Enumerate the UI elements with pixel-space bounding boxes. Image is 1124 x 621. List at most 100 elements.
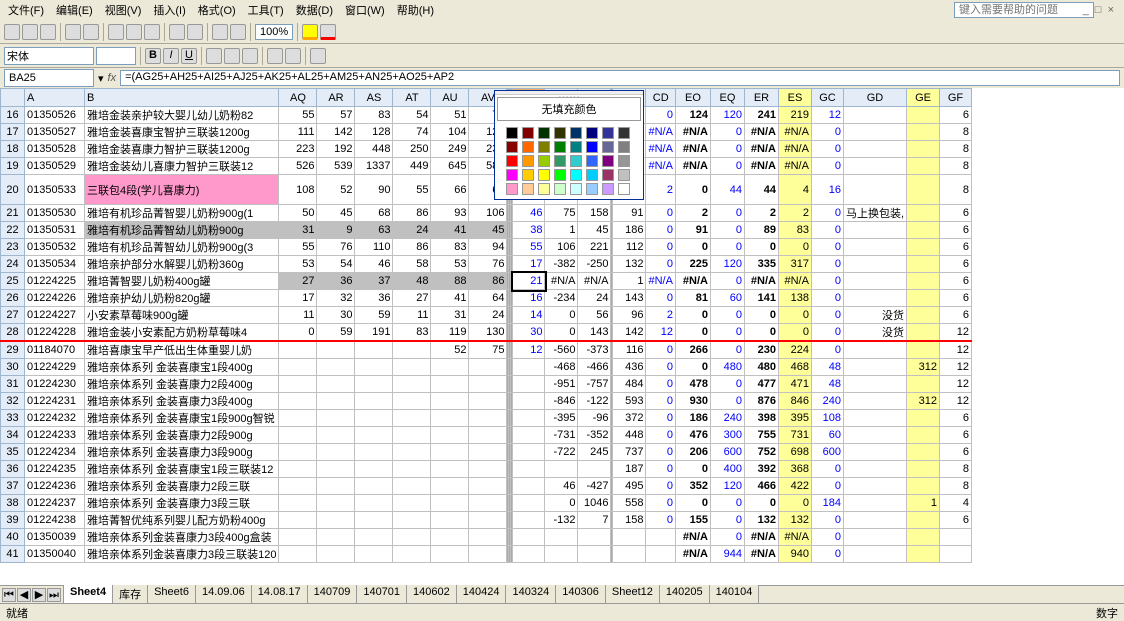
cell[interactable] <box>431 478 469 495</box>
cell[interactable]: 60 <box>811 427 843 444</box>
menu-file[interactable]: 文件(F) <box>2 0 50 20</box>
cell[interactable] <box>843 273 906 290</box>
cell[interactable]: 雅培亲体系列 金装喜康宝1段400g <box>85 359 279 376</box>
cell[interactable] <box>907 107 940 124</box>
cell[interactable]: -395 <box>545 410 578 427</box>
save-icon[interactable] <box>40 24 56 40</box>
cell[interactable]: 112 <box>613 239 646 256</box>
cell[interactable]: 12 <box>811 107 843 124</box>
cell[interactable]: 206 <box>675 444 710 461</box>
cell[interactable]: 01224234 <box>25 444 85 461</box>
color-swatch[interactable] <box>586 169 598 181</box>
cell[interactable]: 312 <box>907 359 940 376</box>
sheet-tab[interactable]: 140306 <box>555 585 606 604</box>
cell[interactable]: 59 <box>355 307 393 324</box>
cell[interactable]: 120 <box>710 478 744 495</box>
cell[interactable] <box>469 427 507 444</box>
cell[interactable]: 484 <box>613 376 646 393</box>
cell[interactable]: 372 <box>613 410 646 427</box>
zoom-select[interactable]: 100% <box>255 24 293 40</box>
cell[interactable] <box>469 546 507 563</box>
cell[interactable] <box>907 478 940 495</box>
cell[interactable] <box>431 529 469 546</box>
cell[interactable]: 雅培亲体系列 金装喜康宝1段三联装12 <box>85 461 279 478</box>
cell[interactable] <box>843 290 906 307</box>
color-swatch[interactable] <box>586 141 598 153</box>
cell[interactable]: 0 <box>675 239 710 256</box>
cell[interactable]: 645 <box>431 158 469 175</box>
row-header[interactable]: 34 <box>1 427 25 444</box>
no-fill-button[interactable]: 无填充颜色 <box>497 97 641 121</box>
cell[interactable]: 27 <box>393 290 431 307</box>
cell[interactable]: 55 <box>279 107 317 124</box>
cell[interactable] <box>513 427 545 444</box>
cell[interactable]: 01184070 <box>25 341 85 359</box>
cell[interactable]: 32 <box>317 290 355 307</box>
cell[interactable]: 184 <box>811 495 843 512</box>
cell[interactable]: 6 <box>940 273 972 290</box>
cell[interactable] <box>279 427 317 444</box>
col-header-[interactable] <box>1 89 25 107</box>
cell[interactable] <box>431 427 469 444</box>
cell[interactable]: 0 <box>646 478 675 495</box>
cell[interactable]: -352 <box>578 427 611 444</box>
cell[interactable]: 01224228 <box>25 324 85 342</box>
cell[interactable]: 01350530 <box>25 205 85 222</box>
cell[interactable]: 600 <box>710 444 744 461</box>
cell[interactable]: 368 <box>778 461 811 478</box>
cell[interactable] <box>393 461 431 478</box>
cell[interactable]: 11 <box>393 307 431 324</box>
sheet-tab[interactable]: Sheet12 <box>605 585 660 604</box>
cell[interactable] <box>279 376 317 393</box>
cell[interactable]: 0 <box>545 495 578 512</box>
cell[interactable]: 6 <box>940 205 972 222</box>
cell[interactable] <box>317 546 355 563</box>
col-header-EO[interactable]: EO <box>675 89 710 107</box>
cell[interactable] <box>545 529 578 546</box>
redo-icon[interactable] <box>187 24 203 40</box>
row-header[interactable]: 39 <box>1 512 25 529</box>
cell[interactable] <box>317 341 355 359</box>
cell[interactable]: 0 <box>710 393 744 410</box>
cell[interactable] <box>907 341 940 359</box>
sheet-tab[interactable]: Sheet6 <box>147 585 196 604</box>
cell[interactable]: 2 <box>646 307 675 324</box>
cell[interactable]: 27 <box>279 273 317 290</box>
cell[interactable]: 雅培喜康宝早产低出生体重婴儿奶 <box>85 341 279 359</box>
cell[interactable]: 593 <box>613 393 646 410</box>
cell[interactable]: 6 <box>940 427 972 444</box>
cell[interactable] <box>843 256 906 273</box>
color-swatch[interactable] <box>538 183 550 195</box>
cell[interactable]: #N/A <box>744 529 778 546</box>
cell[interactable]: 小安素草莓味900g罐 <box>85 307 279 324</box>
cell[interactable]: -96 <box>578 410 611 427</box>
cell[interactable]: 526 <box>279 158 317 175</box>
cell[interactable]: 55 <box>279 239 317 256</box>
cell[interactable] <box>393 393 431 410</box>
col-header-AS[interactable]: AS <box>355 89 393 107</box>
cell[interactable] <box>393 359 431 376</box>
cell[interactable] <box>393 341 431 359</box>
cell[interactable] <box>907 427 940 444</box>
cell[interactable]: 0 <box>811 341 843 359</box>
cell[interactable]: #N/A <box>675 124 710 141</box>
cell[interactable] <box>469 461 507 478</box>
cell[interactable]: 56 <box>578 307 611 324</box>
cell[interactable] <box>355 478 393 495</box>
cell[interactable]: 476 <box>675 427 710 444</box>
cell[interactable] <box>843 158 906 175</box>
row-header[interactable]: 36 <box>1 461 25 478</box>
cell[interactable]: 41 <box>431 290 469 307</box>
cell[interactable]: 01224236 <box>25 478 85 495</box>
cell[interactable] <box>907 273 940 290</box>
cell[interactable] <box>355 376 393 393</box>
cell[interactable]: 2 <box>675 205 710 222</box>
color-swatch[interactable] <box>522 169 534 181</box>
cell[interactable] <box>907 307 940 324</box>
cell[interactable]: 52 <box>431 341 469 359</box>
cell[interactable]: #N/A <box>675 546 710 563</box>
cell[interactable] <box>545 461 578 478</box>
color-swatch[interactable] <box>506 127 518 139</box>
percent-icon[interactable] <box>285 48 301 64</box>
color-swatch[interactable] <box>554 141 566 153</box>
